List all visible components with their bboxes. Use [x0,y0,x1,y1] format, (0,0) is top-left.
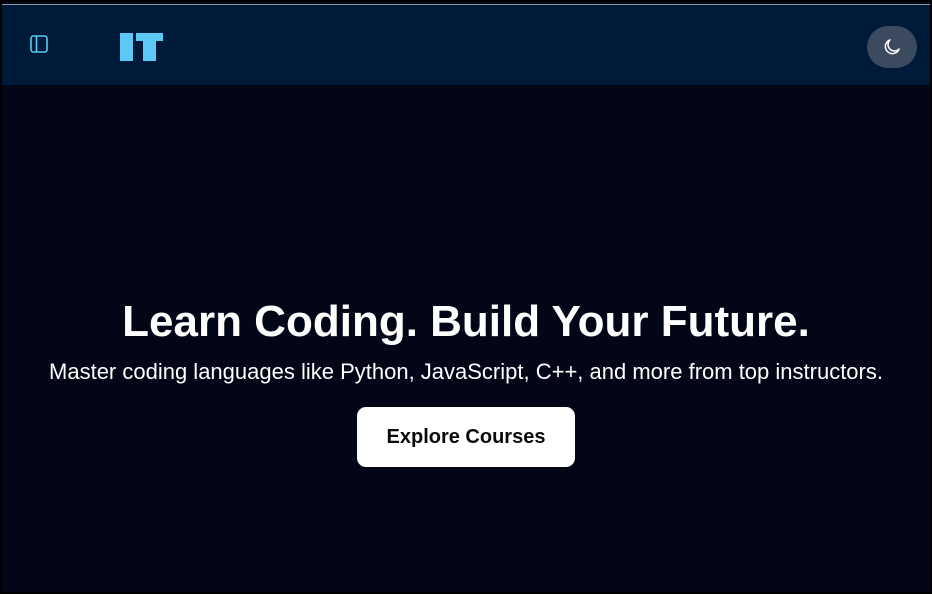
explore-courses-button[interactable]: Explore Courses [357,407,575,467]
hero-title: Learn Coding. Build Your Future. [122,297,810,346]
app-window: Learn Coding. Build Your Future. Master … [0,0,932,594]
brand-logo[interactable] [118,31,164,63]
hero-section: Learn Coding. Build Your Future. Master … [2,85,930,592]
theme-toggle-button[interactable] [867,26,917,68]
sidebar-toggle-button[interactable] [28,33,50,55]
hero-subtitle: Master coding languages like Python, Jav… [49,359,883,384]
sidebar-panel-icon [30,35,48,53]
logo-mark [120,33,163,61]
top-navbar [2,4,930,85]
moon-icon [884,39,900,55]
